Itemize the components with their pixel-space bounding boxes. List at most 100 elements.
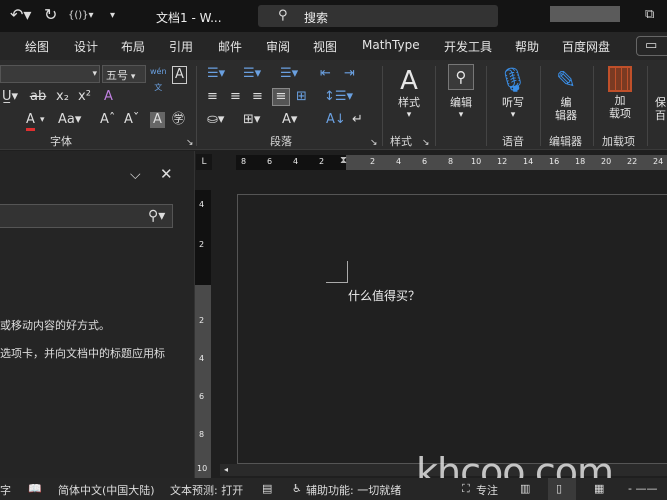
comments-button[interactable]: ▭ [636,36,667,56]
font-name-select[interactable]: ▾ [0,65,100,83]
shrink-font-icon[interactable]: Aˇ [124,112,139,128]
print-layout-button[interactable]: ▯ [548,478,576,500]
phonetic-guide-icon[interactable]: wén 文 [150,64,167,96]
tab-layout[interactable]: 布局 [121,38,145,55]
shading-icon[interactable]: ⛀▾ [207,112,224,128]
group-label-font: 字体 [50,135,72,148]
chevron-down-icon[interactable]: ⌵ [130,167,141,183]
font-color-icon[interactable]: A [26,112,35,131]
editing-button[interactable]: ⚲ 编辑 ▾ [442,64,480,122]
multilevel-list-icon[interactable]: ☰▾ [280,66,298,82]
ruler-tick: 8 [448,157,454,166]
dialog-launcher-icon[interactable]: ↘ [370,135,378,151]
align-center-icon[interactable]: ≡ [230,89,241,105]
search-icon: ⚲ [278,8,288,23]
dialog-launcher-icon[interactable]: ↘ [186,135,194,151]
line-spacing-icon[interactable]: ↕☰▾ [324,89,353,105]
equation-icon[interactable]: {()}▾ [68,8,94,24]
enclose-char-icon[interactable]: ㊫ [172,112,185,128]
align-left-icon[interactable]: ≡ [207,89,218,105]
addins-label-2: 载项 [609,107,631,120]
accessibility-icon[interactable]: ♿ [292,482,302,495]
tab-baidu[interactable]: 百度网盘 [562,38,610,55]
show-marks-icon[interactable]: ↵ [352,112,363,128]
sort-icon[interactable]: A↓ [326,112,346,128]
account-blurred [550,6,620,22]
increase-indent-icon[interactable]: ⇥ [344,66,355,82]
distributed-icon[interactable]: ⊞ [296,89,307,105]
asian-layout-icon[interactable]: A▾ [282,112,297,128]
tab-review[interactable]: 审阅 [266,38,290,55]
zoom-slider[interactable]: - —— [628,482,657,495]
divider [647,66,648,146]
change-case-icon[interactable]: Aa▾ [58,112,81,128]
focus-button[interactable]: 专注 [476,482,498,498]
close-icon[interactable]: ✕ [160,166,173,182]
undo-icon[interactable]: ↶▾ [10,7,31,23]
char-shading-icon[interactable]: A [150,112,165,128]
divider [382,66,383,146]
web-layout-icon[interactable]: ▦ [594,482,604,495]
ruler-tick: 4 [396,157,402,166]
underline-icon[interactable]: U̲▾ [2,89,18,105]
superscript-icon[interactable]: x² [78,89,91,105]
bullets-icon[interactable]: ☰▾ [207,66,225,82]
nav-search-input[interactable]: ⚲▾ [0,204,173,228]
horizontal-ruler[interactable]: 8 6 4 2 ⧗ 2 4 6 8 10 12 14 16 18 20 22 2… [236,155,667,170]
customize-toolbar-icon[interactable]: ▾ [110,8,115,24]
navigation-pane: ⌵ ✕ ⚲▾ 或移动内容的好方式。 选项卡，并向文档中的标题应用标 [0,151,195,478]
tab-design[interactable]: 设计 [74,38,98,55]
numbering-icon[interactable]: ☰▾ [243,66,261,82]
ribbon-display-icon[interactable]: ⧉ [645,7,654,23]
styles-button[interactable]: A 样式 ▾ [390,66,428,122]
tab-view[interactable]: 视图 [313,38,337,55]
editor-button[interactable]: ✎ 编辑器 [546,64,586,122]
addins-button[interactable]: 加载项 [600,64,640,120]
dialog-launcher-icon[interactable]: ↘ [422,135,430,151]
tab-references[interactable]: 引用 [169,38,193,55]
baidu-save-button[interactable]: 保百 [655,96,667,122]
justify-icon[interactable]: ≡ [272,88,290,106]
divider [593,66,594,146]
search-box[interactable]: ⚲ 搜索 [258,5,498,27]
ruler-tick: 6 [267,157,273,166]
language-status[interactable]: 简体中文(中国大陆) [58,482,155,498]
tab-mailings[interactable]: 邮件 [218,38,242,55]
ruler-tick: 4 [293,157,299,166]
word-count[interactable]: 字 [0,482,11,498]
char-border-icon[interactable]: A [172,66,187,84]
tab-stop-selector[interactable]: L [196,154,212,170]
dictate-button[interactable]: 🎙 听写 ▾ [492,64,534,122]
tab-help[interactable]: 帮助 [515,38,539,55]
ribbon: ▾ 五号 ▾ wén 文 A U̲▾ a̶b̶ x₂ x² A A ▾ Aa▾ Aˆ… [0,60,667,150]
strikethrough-icon[interactable]: a̶b̶ [30,89,46,105]
ruler-tick: 8 [241,157,247,166]
decrease-indent-icon[interactable]: ⇤ [320,66,331,82]
proofing-icon[interactable]: 📖 [28,482,42,495]
baidu-label-1: 保 [655,96,666,109]
focus-icon[interactable]: ⛶ [462,482,470,496]
indent-marker-icon[interactable]: ⧗ [340,153,347,169]
redo-icon[interactable]: ↻ [44,7,57,23]
subscript-icon[interactable]: x₂ [56,89,69,105]
vertical-ruler[interactable]: 4 2 2 4 6 8 10 [195,190,211,478]
group-label-addins: 加载项 [602,135,635,148]
accessibility-status[interactable]: 辅助功能: 一切就绪 [306,482,401,498]
font-size-select[interactable]: 五号 ▾ [102,65,146,83]
margin-corner-mark [326,261,348,283]
clear-format-icon[interactable]: A [104,89,113,105]
text-prediction-status[interactable]: 文本预测: 打开 [170,482,243,498]
search-icon: ⚲▾ [148,208,166,224]
document-page[interactable]: 什么值得买？ [237,194,667,464]
grow-font-icon[interactable]: Aˆ [100,112,115,128]
align-right-icon[interactable]: ≡ [252,89,263,105]
tab-draw[interactable]: 绘图 [25,38,49,55]
document-text[interactable]: 什么值得买？ [348,287,420,304]
scroll-left-icon[interactable]: ◂ [224,462,228,478]
borders-icon[interactable]: ⊞▾ [243,112,260,128]
read-mode-icon[interactable]: ▥ [520,482,530,495]
status-bar: 字 📖 简体中文(中国大陆) 文本预测: 打开 ▤ ♿ 辅助功能: 一切就绪 ⛶… [0,478,667,500]
tab-mathtype[interactable]: MathType [362,38,420,52]
tab-developer[interactable]: 开发工具 [444,38,492,55]
track-changes-icon[interactable]: ▤ [262,482,272,495]
